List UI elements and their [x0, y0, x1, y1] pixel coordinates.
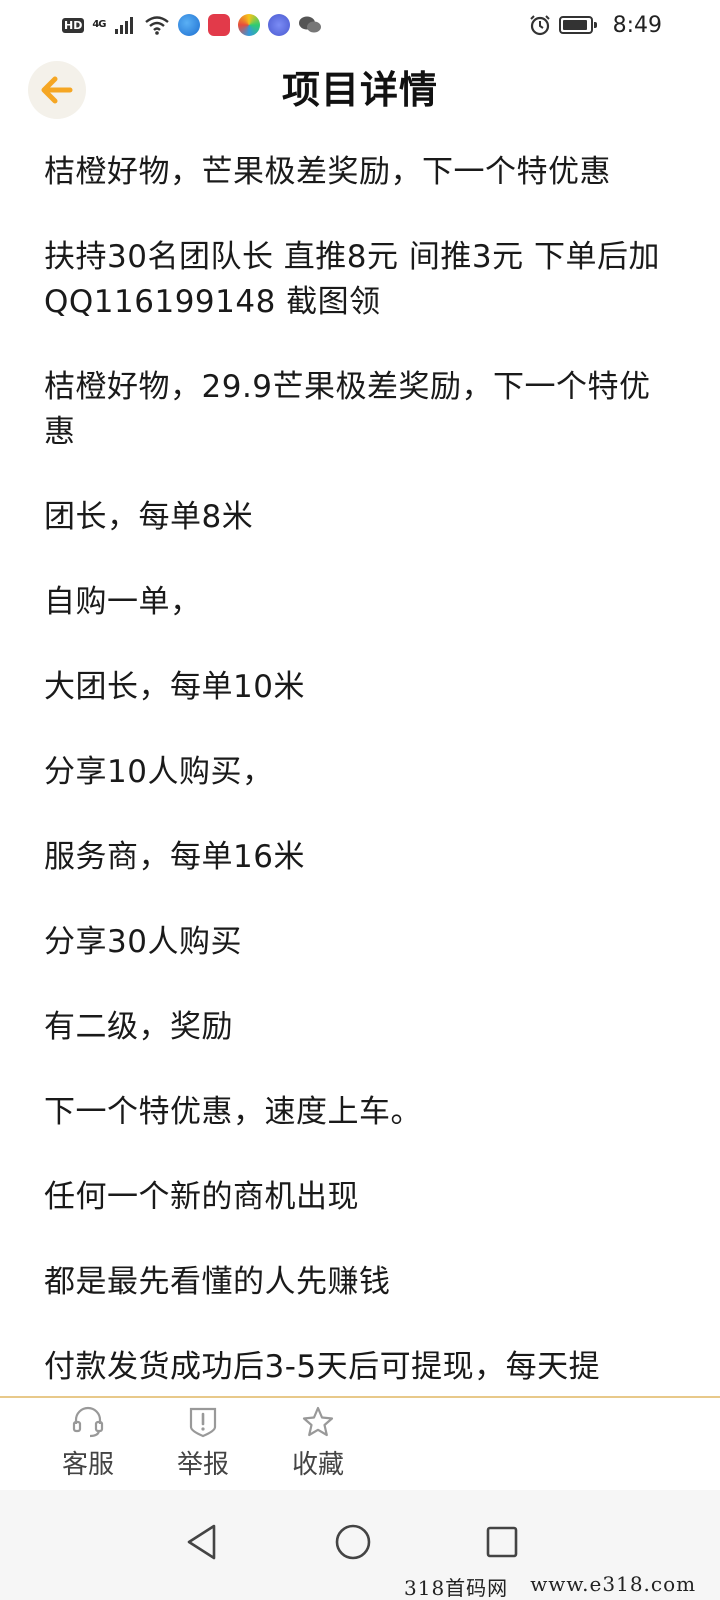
headset-icon — [70, 1404, 106, 1440]
wifi-icon — [144, 15, 170, 35]
paragraph: 桔橙好物，29.9芒果极差奖励，下一个特优惠 — [44, 369, 651, 450]
circle-home-icon — [334, 1523, 372, 1561]
status-right: 8:49 — [529, 13, 662, 38]
paragraph: 都是最先看懂的人先赚钱 — [44, 1264, 391, 1300]
paragraph: 团长，每单8米 — [44, 499, 254, 535]
paragraph: 桔橙好物，芒果极差奖励，下一个特优惠 — [44, 154, 611, 190]
report-label: 举报 — [176, 1450, 229, 1480]
music-app-icon — [267, 14, 290, 36]
triangle-back-icon — [184, 1523, 220, 1561]
network-type: 4G — [92, 19, 106, 30]
paragraph: 任何一个新的商机出现 — [44, 1179, 359, 1215]
paragraph: 大团长，每单10米 — [44, 669, 305, 705]
report-button[interactable]: 举报 — [158, 1404, 248, 1481]
paragraph: 有二级，奖励 — [44, 1009, 233, 1045]
alarm-icon — [529, 14, 551, 36]
watermark-site-name: 318首码网 — [404, 1576, 509, 1600]
paragraph: 服务商，每单16米 — [44, 839, 305, 875]
back-button[interactable] — [28, 61, 86, 119]
customer-service-label: 客服 — [61, 1450, 114, 1480]
status-bar: HD 4G 8:49 — [0, 0, 720, 50]
star-icon — [300, 1404, 336, 1440]
signal-icon — [114, 15, 136, 35]
hd-icon: HD — [62, 17, 85, 33]
report-shield-icon — [185, 1404, 221, 1440]
paragraph: 下一个特优惠，速度上车。 — [44, 1094, 422, 1130]
header: 项目详情 — [0, 55, 720, 125]
battery-icon — [558, 16, 597, 34]
status-left: HD 4G — [62, 14, 322, 36]
project-detail-content: 桔橙好物，芒果极差奖励，下一个特优惠 扶持30名团队长 直推8元 间推3元 下单… — [44, 150, 676, 1390]
back-arrow-icon — [41, 76, 73, 104]
action-bar: 客服 举报 收藏 — [0, 1396, 720, 1488]
nav-home-button[interactable] — [323, 1512, 383, 1572]
paragraph: 扶持30名团队长 直推8元 间推3元 下单后加QQ116199148 截图领 — [44, 239, 660, 320]
page-title: 项目详情 — [281, 68, 438, 112]
customer-service-button[interactable]: 客服 — [43, 1404, 133, 1481]
screen: HD 4G 8:49 项目详情 桔橙好物，芒果极差奖励，下一个特优惠 扶持30名… — [0, 0, 720, 1600]
favorite-button[interactable]: 收藏 — [273, 1404, 363, 1481]
wechat-icon — [298, 15, 322, 35]
nav-back-button[interactable] — [172, 1512, 232, 1572]
square-recents-icon — [485, 1525, 519, 1559]
paragraph: 付款发货成功后3-5天后可提现，每天提 — [44, 1349, 601, 1385]
browser-app-icon — [177, 14, 200, 36]
status-time: 8:49 — [612, 12, 662, 38]
reader-app-icon — [207, 14, 230, 36]
favorite-label: 收藏 — [291, 1450, 344, 1480]
nav-recents-button[interactable] — [472, 1512, 532, 1572]
watermark: 318首码网 www.e318.com — [404, 1572, 704, 1600]
paragraph: 自购一单， — [44, 584, 202, 620]
watermark-site-url: www.e318.com — [530, 1572, 697, 1596]
paragraph: 分享10人购买， — [44, 754, 274, 790]
colorful-app-icon — [237, 14, 260, 36]
paragraph: 分享30人购买 — [44, 924, 242, 960]
